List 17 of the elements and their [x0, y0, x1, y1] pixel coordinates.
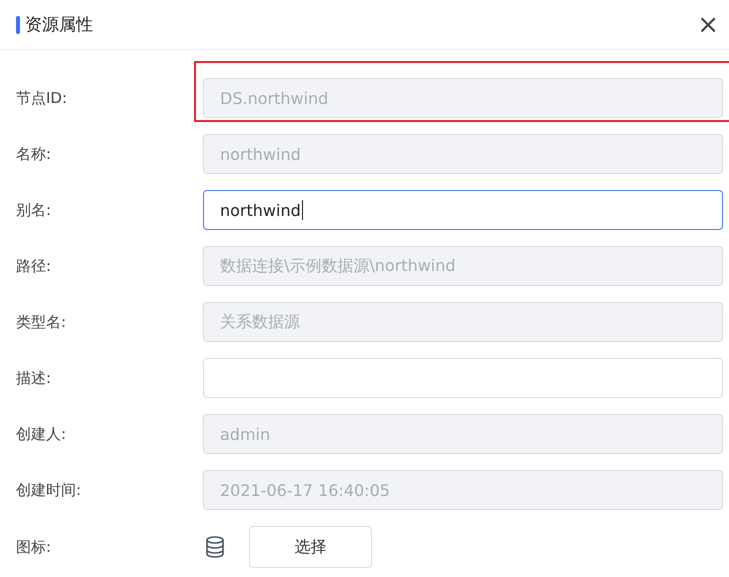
input-field[interactable]: northwind	[203, 190, 723, 230]
field-label: 描述:	[16, 368, 52, 388]
field-label: 别名:	[16, 200, 52, 220]
dialog-title: 资源属性	[25, 14, 94, 36]
field-label: 路径:	[16, 256, 52, 276]
field-label: 创建人:	[16, 424, 68, 444]
field-label: 节点ID:	[16, 88, 68, 108]
field-label: 名称:	[16, 144, 52, 164]
text-cursor	[302, 200, 303, 220]
field-label: 类型名:	[16, 312, 68, 332]
select-button[interactable]: 选择	[249, 526, 372, 568]
database-icon	[205, 536, 225, 558]
field-label: 图标:	[16, 538, 52, 556]
title-accent-bar	[16, 16, 20, 34]
close-button[interactable]: ×	[697, 12, 719, 38]
field-label: 创建时间:	[16, 480, 82, 500]
input-field[interactable]	[203, 358, 723, 398]
